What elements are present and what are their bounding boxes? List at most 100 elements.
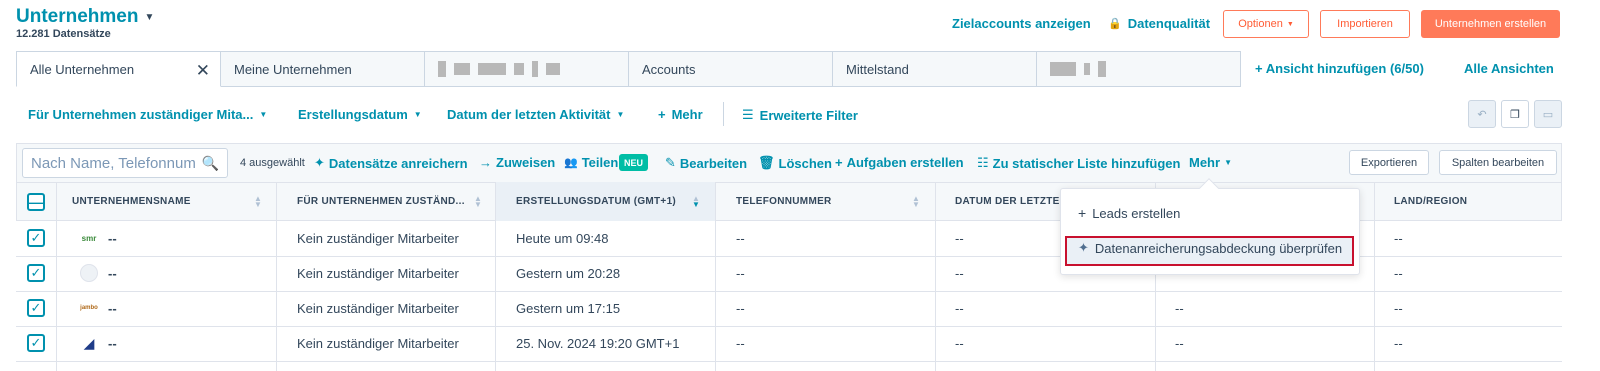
edit-button[interactable]: ✎ Bearbeiten: [665, 155, 747, 171]
row-divider: [16, 361, 1562, 362]
assign-button[interactable]: → Zuweisen: [479, 155, 555, 170]
share-label: Teilen: [581, 155, 619, 170]
row-checkbox[interactable]: ✓: [27, 299, 45, 317]
column-header-phone[interactable]: TELEFONNUMMER: [736, 182, 832, 221]
menu-item-check-enrichment[interactable]: ✦ Datenanreicherungsabdeckung überprüfen: [1078, 240, 1342, 256]
tab-label: Alle Unternehmen: [30, 61, 135, 77]
tab-redacted[interactable]: [425, 51, 629, 87]
create-tasks-button[interactable]: + Aufgaben erstellen: [835, 155, 964, 170]
tab-my-companies[interactable]: Meine Unternehmen: [221, 51, 425, 87]
company-name-link[interactable]: --: [108, 231, 117, 246]
more-actions-button[interactable]: Mehr ▼: [1189, 155, 1232, 170]
search-input[interactable]: Nach Name, Telefonnum 🔍: [22, 148, 228, 178]
export-button[interactable]: Exportieren: [1349, 150, 1429, 175]
save-icon[interactable]: ▭: [1534, 100, 1562, 128]
column-divider: [276, 182, 277, 371]
column-divider: [935, 182, 936, 371]
country-cell: --: [1394, 336, 1403, 351]
target-accounts-link[interactable]: Zielaccounts anzeigen: [952, 16, 1091, 31]
share-button[interactable]: 👥 Teilen: [564, 155, 618, 170]
check-icon: ✓: [27, 299, 45, 317]
column-header-created[interactable]: ERSTELLUNGSDATUM (GMT+1): [516, 182, 676, 221]
minus-icon: —: [27, 193, 45, 211]
divider: [723, 102, 724, 126]
row-checkbox[interactable]: ✓: [27, 334, 45, 352]
record-count: 12.281 Datensätze: [16, 28, 111, 40]
company-logo: jambo: [80, 305, 98, 311]
caret-down-icon: ▼: [413, 110, 422, 119]
column-header-last-activity[interactable]: DATUM DER LETZTE: [955, 182, 1060, 221]
sort-desc-icon[interactable]: ▲ ▼: [692, 195, 700, 209]
sparkle-icon: ✦: [314, 155, 325, 170]
owner-filter[interactable]: Für Unternehmen zuständiger Mita... ▼: [28, 107, 267, 122]
row-divider: [16, 326, 1562, 327]
copy-icon[interactable]: ❐: [1501, 100, 1529, 128]
company-name-link[interactable]: --: [108, 301, 117, 316]
company-logo: ◢: [83, 334, 95, 351]
column-header-owner[interactable]: FÜR UNTERNEHMEN ZUSTÄND...: [297, 182, 465, 221]
more-filters-button[interactable]: + Mehr: [658, 107, 703, 122]
undo-icon[interactable]: ↶: [1468, 100, 1496, 128]
import-button[interactable]: Importieren: [1320, 10, 1410, 38]
check-icon: ✓: [27, 229, 45, 247]
column-header-country[interactable]: LAND/REGION: [1394, 182, 1467, 221]
options-button[interactable]: Optionen ▼: [1223, 10, 1309, 38]
owner-cell: Kein zuständiger Mitarbeiter: [297, 231, 459, 246]
edit-columns-button[interactable]: Spalten bearbeiten: [1439, 150, 1557, 175]
users-icon: 👥: [564, 157, 578, 169]
list-icon: ☷: [977, 155, 989, 170]
create-company-button[interactable]: Unternehmen erstellen: [1421, 10, 1560, 38]
row-checkbox[interactable]: ✓: [27, 264, 45, 282]
page-title-label: Unternehmen: [16, 6, 139, 27]
menu-item-create-leads[interactable]: + Leads erstellen: [1078, 205, 1180, 221]
created-date-filter[interactable]: Erstellungsdatum ▼: [298, 107, 422, 122]
data-quality-link[interactable]: 🔒 Datenqualität: [1108, 16, 1210, 31]
created-filter-label: Erstellungsdatum: [298, 107, 408, 122]
enrich-records-button[interactable]: ✦ Datensätze anreichern: [314, 155, 468, 171]
sort-icon[interactable]: ▲ ▼: [474, 195, 482, 209]
search-icon[interactable]: 🔍: [202, 155, 219, 172]
advanced-filters-button[interactable]: ☰ Erweiterte Filter: [742, 107, 858, 123]
column-divider: [715, 182, 716, 371]
column-header-name[interactable]: UNTERNEHMENSNAME: [72, 182, 191, 221]
tab-accounts[interactable]: Accounts: [629, 51, 833, 87]
caret-down-icon: ▼: [1224, 158, 1232, 167]
sort-icon[interactable]: ▲ ▼: [912, 195, 920, 209]
all-views-link[interactable]: Alle Ansichten: [1464, 61, 1554, 76]
row-checkbox[interactable]: ✓: [27, 229, 45, 247]
last-activity-cell: --: [955, 231, 964, 246]
plus-icon: +: [835, 155, 843, 170]
company-name-link[interactable]: --: [108, 266, 117, 281]
trash-icon: 🗑: [758, 155, 775, 170]
check-icon: ✓: [27, 334, 45, 352]
arrow-right-icon: →: [479, 155, 492, 170]
sliders-icon: ☰: [742, 107, 754, 122]
last-activity-filter[interactable]: Datum der letzten Aktivität ▼: [447, 107, 624, 122]
sort-icon[interactable]: ▲ ▼: [254, 195, 262, 209]
company-name-link[interactable]: --: [108, 336, 117, 351]
country-cell: --: [1394, 231, 1403, 246]
caret-down-icon: ▼: [259, 110, 268, 119]
delete-button[interactable]: 🗑 Löschen: [758, 155, 832, 171]
phone-cell: --: [736, 301, 745, 316]
last-activity-label: Datum der letzten Aktivität: [447, 107, 611, 122]
created-cell: Gestern um 17:15: [516, 301, 621, 316]
tab-redacted[interactable]: [1037, 51, 1241, 87]
options-label: Optionen: [1238, 18, 1283, 30]
close-icon[interactable]: ✕: [196, 61, 210, 81]
add-view-link[interactable]: + Ansicht hinzufügen (6/50): [1255, 61, 1424, 76]
redacted-text: [1050, 61, 1106, 77]
caret-down-icon: ▼: [616, 110, 625, 119]
add-static-list-button[interactable]: ☷ Zu statischer Liste hinzufügen: [977, 155, 1180, 171]
select-all-checkbox[interactable]: —: [27, 193, 45, 211]
tab-label: Mittelstand: [846, 61, 909, 77]
owner-cell: Kein zuständiger Mitarbeiter: [297, 266, 459, 281]
tab-mittelstand[interactable]: Mittelstand: [833, 51, 1037, 87]
enrich-label: Datensätze anreichern: [328, 155, 468, 171]
tab-all-companies[interactable]: Alle Unternehmen ✕: [16, 51, 221, 87]
page-title[interactable]: Unternehmen ▼: [16, 6, 154, 28]
check-icon: ✓: [27, 264, 45, 282]
created-cell: 25. Nov. 2024 19:20 GMT+1: [516, 336, 680, 351]
created-cell: Heute um 09:48: [516, 231, 609, 246]
country-cell: --: [1394, 266, 1403, 281]
